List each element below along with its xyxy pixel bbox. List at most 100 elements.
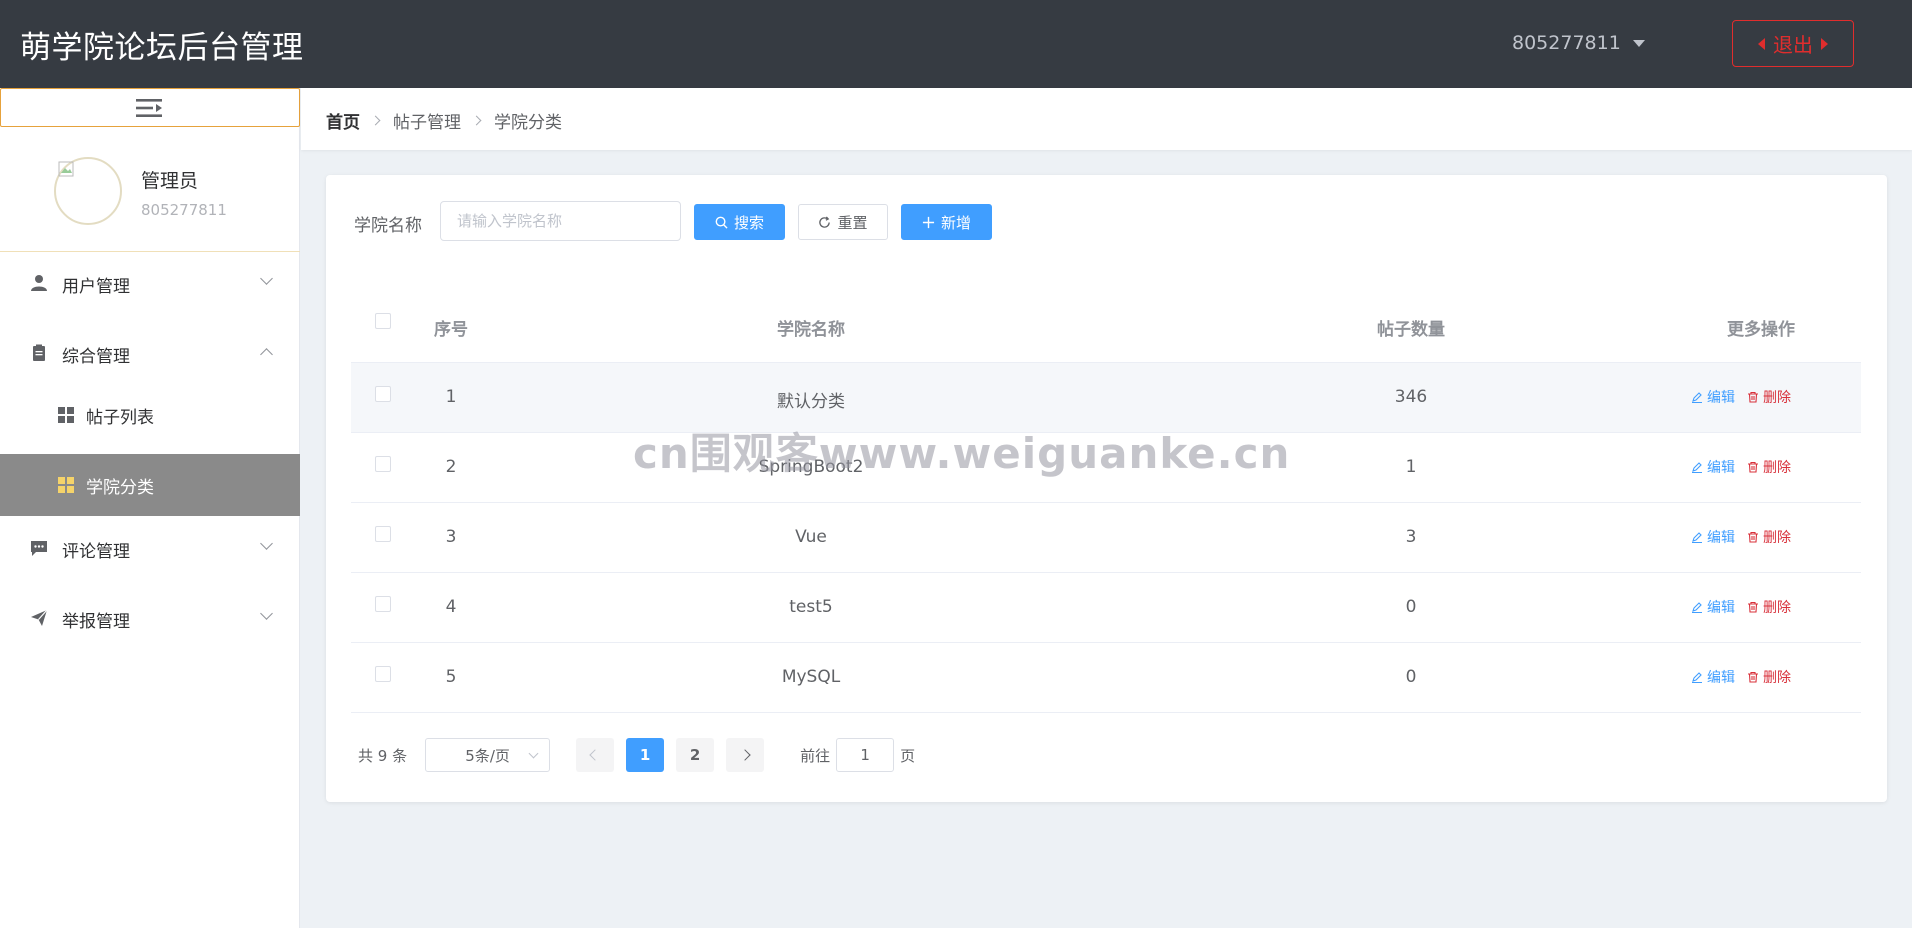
row-actions: 编辑 删除 [1691,527,1791,547]
goto-suffix: 页 [900,746,916,765]
reset-button[interactable]: 重置 [798,204,888,240]
trash-icon [1748,461,1758,473]
chevron-down-icon [260,607,273,620]
prev-page-button[interactable] [576,738,615,772]
table-row: 3 Vue 3 编辑 删除 [351,503,1861,573]
edit-label: 编辑 [1707,460,1735,476]
delete-label: 删除 [1763,600,1791,616]
delete-button[interactable]: 删除 [1747,457,1791,477]
row-name: SpringBoot2 [758,457,864,477]
breadcrumb-bar: 首页 帖子管理 学院分类 [301,88,1912,150]
row-checkbox[interactable] [375,666,391,682]
header-name: 学院名称 [777,320,845,340]
row-checkbox[interactable] [375,386,391,402]
row-index: 5 [445,667,457,687]
user-dropdown[interactable]: 805277811 [1512,32,1645,54]
edit-button[interactable]: 编辑 [1691,387,1735,407]
breadcrumb-home[interactable]: 首页 [326,108,360,133]
broken-image-icon [58,161,74,177]
edit-icon [1692,532,1702,543]
table-header: 序号 学院名称 帖子数量 更多操作 [351,293,1861,363]
row-name: 默认分类 [777,392,845,412]
next-page-button[interactable] [726,738,765,772]
table-row: 5 MySQL 0 编辑 删除 [351,643,1861,713]
row-name: test5 [789,597,833,617]
row-checkbox[interactable] [375,526,391,542]
refresh-icon [819,215,831,228]
page-2-button[interactable]: 2 [676,738,715,772]
row-count: 0 [1405,597,1417,617]
chevron-down-icon [528,748,539,759]
goto-page-input[interactable] [836,738,895,772]
add-button[interactable]: 新增 [901,204,992,240]
logout-button[interactable]: 退出 [1732,20,1854,67]
row-index: 3 [445,527,457,547]
page-size-value: 5条/页 [465,746,510,765]
table-row: 1 默认分类 346 编辑 删除 [351,363,1861,433]
select-all-checkbox[interactable] [375,313,391,329]
sidebar: 管理员 805277811 用户管理 综合管理 帖子列表 学院分类 评论管理 举… [0,88,300,928]
reset-button-label: 重置 [837,213,868,232]
edit-icon [1692,672,1702,683]
search-button-label: 搜索 [733,213,764,232]
sidebar-item-label: 用户管理 [62,277,130,297]
row-checkbox[interactable] [375,456,391,472]
row-count: 0 [1405,667,1417,687]
avatar [54,157,122,225]
plus-icon [922,216,935,228]
sidebar-item-report-mgmt[interactable]: 举报管理 [0,587,300,649]
table-row: 4 test5 0 编辑 删除 [351,573,1861,643]
chevron-right-icon [370,115,381,126]
delete-button[interactable]: 删除 [1747,597,1791,617]
sidebar-item-college-category[interactable]: 学院分类 [0,454,300,516]
page-1-button[interactable]: 1 [626,738,665,772]
delete-button[interactable]: 删除 [1747,387,1791,407]
pagination-total: 共 9 条 [358,746,408,765]
clipboard-icon [33,344,45,361]
comment-icon [31,541,47,556]
chevron-right-icon [739,749,751,761]
edit-button[interactable]: 编辑 [1691,457,1735,477]
content-card: 学院名称 搜索 重置 新增 序号 学院名称 帖子数量 更多操作 1 [326,175,1887,802]
header-index: 序号 [434,320,468,340]
row-index: 4 [445,597,457,617]
page-jumper: 前往 页 [800,738,915,772]
trash-icon [1748,531,1758,543]
edit-button[interactable]: 编辑 [1691,597,1735,617]
breadcrumb-post-mgmt: 帖子管理 [393,113,461,133]
app-title: 萌学院论坛后台管理 [20,30,304,66]
edit-button[interactable]: 编辑 [1691,667,1735,687]
row-checkbox[interactable] [375,596,391,612]
edit-button[interactable]: 编辑 [1691,527,1735,547]
sidebar-collapse-button[interactable] [0,88,300,127]
row-index: 1 [445,387,457,407]
sidebar-item-general-mgmt[interactable]: 综合管理 [0,322,300,384]
caret-down-icon [1632,39,1645,47]
logout-label: 退出 [1773,35,1813,57]
search-button[interactable]: 搜索 [694,204,785,240]
row-actions: 编辑 删除 [1691,667,1791,687]
chevron-left-icon [589,749,601,761]
college-name-input[interactable] [440,201,681,241]
sidebar-item-user-mgmt[interactable]: 用户管理 [0,252,300,314]
row-actions: 编辑 删除 [1691,597,1791,617]
page-size-select[interactable]: 5条/页 [425,738,551,772]
sidebar-item-comment-mgmt[interactable]: 评论管理 [0,517,300,579]
college-table: 序号 学院名称 帖子数量 更多操作 1 默认分类 346 编辑 删除 2 Spr… [351,293,1861,713]
profile-role: 管理员 [141,170,199,192]
goto-prefix: 前往 [800,746,831,765]
edit-icon [1692,392,1702,403]
delete-button[interactable]: 删除 [1747,667,1791,687]
row-actions: 编辑 删除 [1691,457,1791,477]
chevron-right-icon [471,115,482,126]
delete-button[interactable]: 删除 [1747,527,1791,547]
add-button-label: 新增 [940,213,971,232]
sidebar-item-post-list[interactable]: 帖子列表 [0,384,300,446]
trash-icon [1748,601,1758,613]
chevron-up-icon [260,348,273,361]
sidebar-item-label: 综合管理 [62,347,130,367]
delete-label: 删除 [1763,670,1791,686]
trash-icon [1748,391,1758,403]
search-label: 学院名称 [354,216,422,236]
row-count: 346 [1394,387,1428,407]
